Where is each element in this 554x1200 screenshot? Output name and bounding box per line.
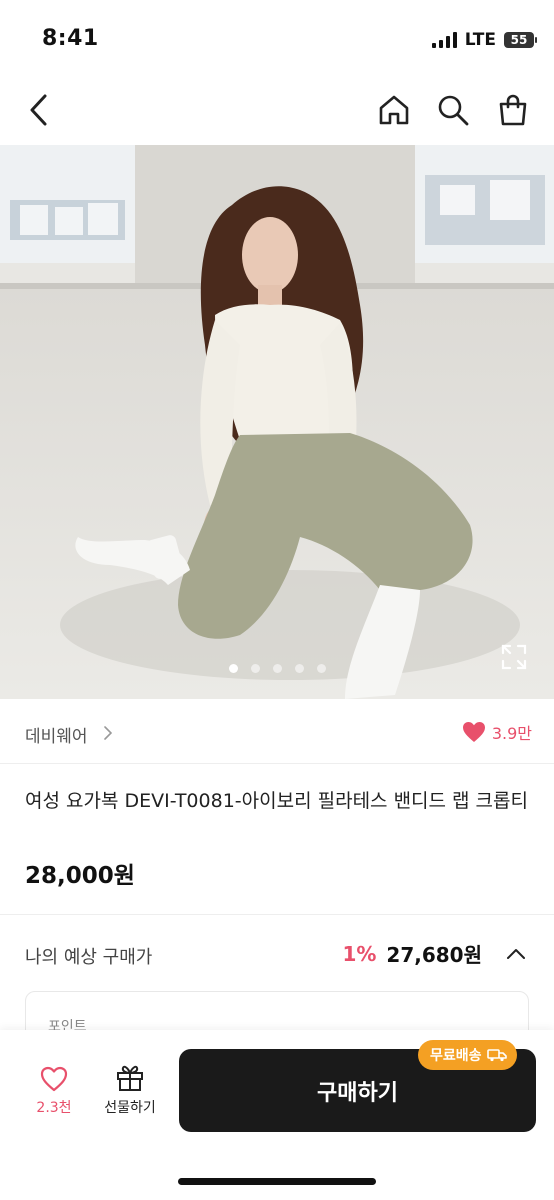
like-count: 2.3천 [36, 1100, 72, 1116]
product-title: 여성 요가복 DEVI-T0081-아이보리 필라테스 밴디드 랩 크롭티 [25, 790, 529, 812]
home-icon [379, 95, 409, 125]
heart-outline-icon [40, 1066, 68, 1092]
status-bar: 8:41 LTE 55 [0, 0, 554, 80]
battery-icon: 55 [504, 32, 537, 48]
signal-icon [431, 32, 457, 48]
search-button[interactable] [433, 90, 473, 130]
product-photo [0, 145, 554, 699]
home-indicator [178, 1178, 376, 1185]
brand-link[interactable]: 데비웨어 [25, 722, 88, 747]
carousel-dot[interactable] [272, 664, 282, 673]
home-button[interactable] [374, 90, 414, 130]
like-button[interactable]: 2.3천 [26, 1066, 82, 1117]
cart-button[interactable] [493, 90, 533, 130]
carousel-dot[interactable] [250, 664, 260, 673]
expand-button[interactable] [500, 643, 528, 671]
status-indicators: LTE 55 [431, 30, 537, 50]
brand-row: 데비웨어 3.9만 [0, 700, 554, 764]
heart-filled-icon [462, 722, 485, 742]
chevron-up-icon [507, 948, 525, 959]
brand-like-button[interactable]: 3.9만 [462, 720, 532, 744]
status-time: 8:41 [42, 26, 99, 51]
top-nav [0, 80, 554, 144]
truck-icon [486, 1049, 507, 1062]
brand-like-count: 3.9만 [491, 724, 532, 743]
bottom-action-bar: 2.3천 선물하기 구매하기 무료배송 [0, 1030, 554, 1200]
product-image-carousel[interactable] [0, 145, 554, 699]
search-icon [438, 95, 469, 126]
battery-level: 55 [510, 33, 528, 47]
expected-price-row: 나의 예상 구매가 1% 27,680원 [0, 915, 554, 991]
chevron-right-icon [104, 726, 112, 740]
carousel-dot[interactable] [294, 664, 304, 673]
expected-price-value: 27,680원 [386, 943, 482, 967]
expand-icon [501, 644, 527, 670]
free-shipping-badge: 무료배송 [418, 1040, 517, 1070]
gift-label: 선물하기 [104, 1100, 156, 1116]
expected-price-toggle[interactable]: 1% 27,680원 [342, 939, 526, 968]
free-shipping-label: 무료배송 [430, 1048, 482, 1064]
gift-button[interactable]: 선물하기 [96, 1064, 164, 1117]
chevron-left-icon [30, 94, 47, 126]
gift-icon [117, 1065, 143, 1091]
product-price: 28,000원 [25, 863, 135, 889]
carousel-dot[interactable] [228, 664, 238, 673]
carousel-dot[interactable] [316, 664, 326, 673]
expected-price-label: 나의 예상 구매가 [25, 947, 153, 968]
carousel-dots [0, 664, 554, 673]
network-type: LTE [464, 30, 496, 50]
back-button[interactable] [18, 90, 58, 130]
shopping-bag-icon [499, 94, 527, 126]
discount-percent: 1% [342, 941, 377, 966]
buy-button-label: 구매하기 [317, 1080, 398, 1106]
